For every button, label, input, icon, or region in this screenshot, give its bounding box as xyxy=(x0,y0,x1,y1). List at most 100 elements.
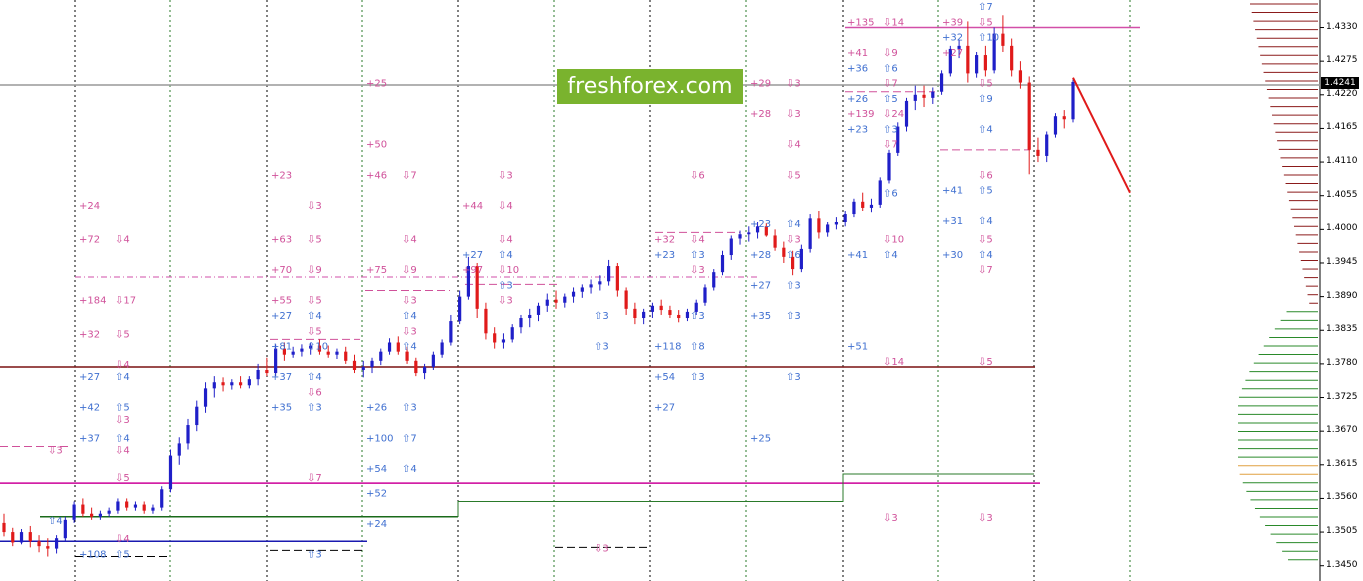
order-annotation: ⇧4 xyxy=(883,250,898,261)
order-annotation: ⇧4 xyxy=(978,216,993,227)
order-annotation: ⇧4 xyxy=(978,250,993,261)
order-annotation: ⇧4 xyxy=(498,250,513,261)
order-annotation: +26 xyxy=(847,94,868,105)
order-annotation: +42 xyxy=(79,403,100,414)
order-annotation: ⇧3 xyxy=(690,372,705,383)
candle-body xyxy=(528,314,532,319)
order-annotation: ⇧4 xyxy=(307,372,322,383)
candle-body xyxy=(46,546,50,549)
candle-body xyxy=(19,532,24,543)
price-axis-label: 1.4330 xyxy=(1326,21,1358,32)
order-annotation: +23 xyxy=(750,219,771,230)
candle-body xyxy=(650,305,655,312)
order-annotation: ⇧4 xyxy=(115,372,130,383)
order-annotation: ⇩6 xyxy=(978,170,993,181)
candle-body xyxy=(606,266,611,282)
order-annotation: +54 xyxy=(654,372,675,383)
candle-body xyxy=(1071,81,1075,120)
order-annotation: +25 xyxy=(750,433,771,444)
price-axis-label: 1.4000 xyxy=(1326,223,1358,234)
order-annotation: +27 xyxy=(79,372,100,383)
candle-body xyxy=(265,370,269,374)
order-annotation: ⇧10 xyxy=(978,33,999,44)
order-annotation: ⇩5 xyxy=(115,329,130,340)
order-annotation: +23 xyxy=(654,250,675,261)
candle-body xyxy=(352,360,357,371)
candle-body xyxy=(712,272,716,288)
candle-body xyxy=(203,388,208,407)
price-axis-label: 1.4275 xyxy=(1326,55,1358,66)
order-annotation: +24 xyxy=(79,201,100,212)
candle-body xyxy=(501,339,506,343)
candle-body xyxy=(966,45,970,74)
candle-body xyxy=(238,382,243,386)
order-annotation: +28 xyxy=(750,250,771,261)
candle-body xyxy=(598,281,602,285)
order-annotation: ⇩4 xyxy=(115,235,130,246)
order-annotation: ⇧3 xyxy=(402,403,417,414)
order-annotation: +70 xyxy=(271,265,292,276)
candle-body xyxy=(414,360,418,374)
order-annotation: +36 xyxy=(847,63,868,74)
order-annotation: +23 xyxy=(271,170,292,181)
order-annotation: +27 xyxy=(271,311,292,322)
order-annotation: ⇩4 xyxy=(115,446,130,457)
price-axis-label: 1.3835 xyxy=(1326,324,1358,335)
order-annotation: ⇧4 xyxy=(402,342,417,353)
order-annotation: +81 xyxy=(271,342,292,353)
price-axis-label: 1.3505 xyxy=(1326,526,1358,537)
candle-body xyxy=(747,232,751,235)
order-annotation: ⇧3 xyxy=(594,311,609,322)
order-annotation: ⇩5 xyxy=(978,235,993,246)
order-annotation: +41 xyxy=(847,250,868,261)
order-annotation: ⇩3 xyxy=(883,513,898,524)
candle-body xyxy=(668,310,672,315)
price-axis-label: 1.3780 xyxy=(1326,357,1358,368)
order-annotation: ⇧5 xyxy=(115,549,130,560)
candle-body xyxy=(808,218,812,249)
candle-body xyxy=(615,266,619,291)
order-annotation: ⇧3 xyxy=(690,250,705,261)
candle-body xyxy=(852,201,856,215)
order-annotation: ⇩17 xyxy=(115,296,136,307)
order-annotation: ⇩4 xyxy=(690,235,705,246)
order-annotation: ⇩4 xyxy=(786,140,801,151)
candle-body xyxy=(624,290,628,309)
order-annotation: ⇧3 xyxy=(690,311,705,322)
order-annotation: +29 xyxy=(750,79,771,90)
order-annotation: +41 xyxy=(942,186,963,197)
order-annotation: ⇩5 xyxy=(978,79,993,90)
order-annotation: ⇩7 xyxy=(307,473,322,484)
candle-body xyxy=(834,222,839,225)
candle-body xyxy=(913,94,917,101)
candle-body xyxy=(843,214,847,223)
order-annotation: ⇧3 xyxy=(498,280,513,291)
candle-body xyxy=(81,504,85,514)
horizontal-levels xyxy=(0,26,1320,558)
order-annotation: ⇧4 xyxy=(978,124,993,135)
forecast-line xyxy=(1072,77,1131,194)
order-annotation: ⇩6 xyxy=(307,387,322,398)
order-annotation: ⇩7 xyxy=(883,140,898,151)
candle-body xyxy=(554,299,558,303)
candle-body xyxy=(922,94,926,98)
price-axis-label: 1.3890 xyxy=(1326,290,1358,301)
candle-body xyxy=(90,513,94,517)
order-annotation: ⇩3 xyxy=(690,265,705,276)
order-annotation: ⇧4 xyxy=(402,311,417,322)
candle-body xyxy=(300,348,304,352)
order-annotation: +27 xyxy=(654,403,675,414)
brand-logo: freshforex.com xyxy=(557,69,743,104)
candle-body xyxy=(484,308,488,334)
order-annotation: ⇧4 xyxy=(115,433,130,444)
order-annotation: ⇧4 xyxy=(48,516,63,527)
candle-body xyxy=(1062,116,1066,120)
order-annotation: ⇩4 xyxy=(115,534,130,545)
order-annotation: ⇩4 xyxy=(402,235,417,246)
order-annotation: ⇩5 xyxy=(115,473,130,484)
order-annotation: ⇧7 xyxy=(978,2,993,13)
order-annotation: ⇩7 xyxy=(978,265,993,276)
candle-body xyxy=(975,55,979,74)
order-annotation: ⇩5 xyxy=(307,235,322,246)
price-axis-label: 1.3615 xyxy=(1326,458,1358,469)
